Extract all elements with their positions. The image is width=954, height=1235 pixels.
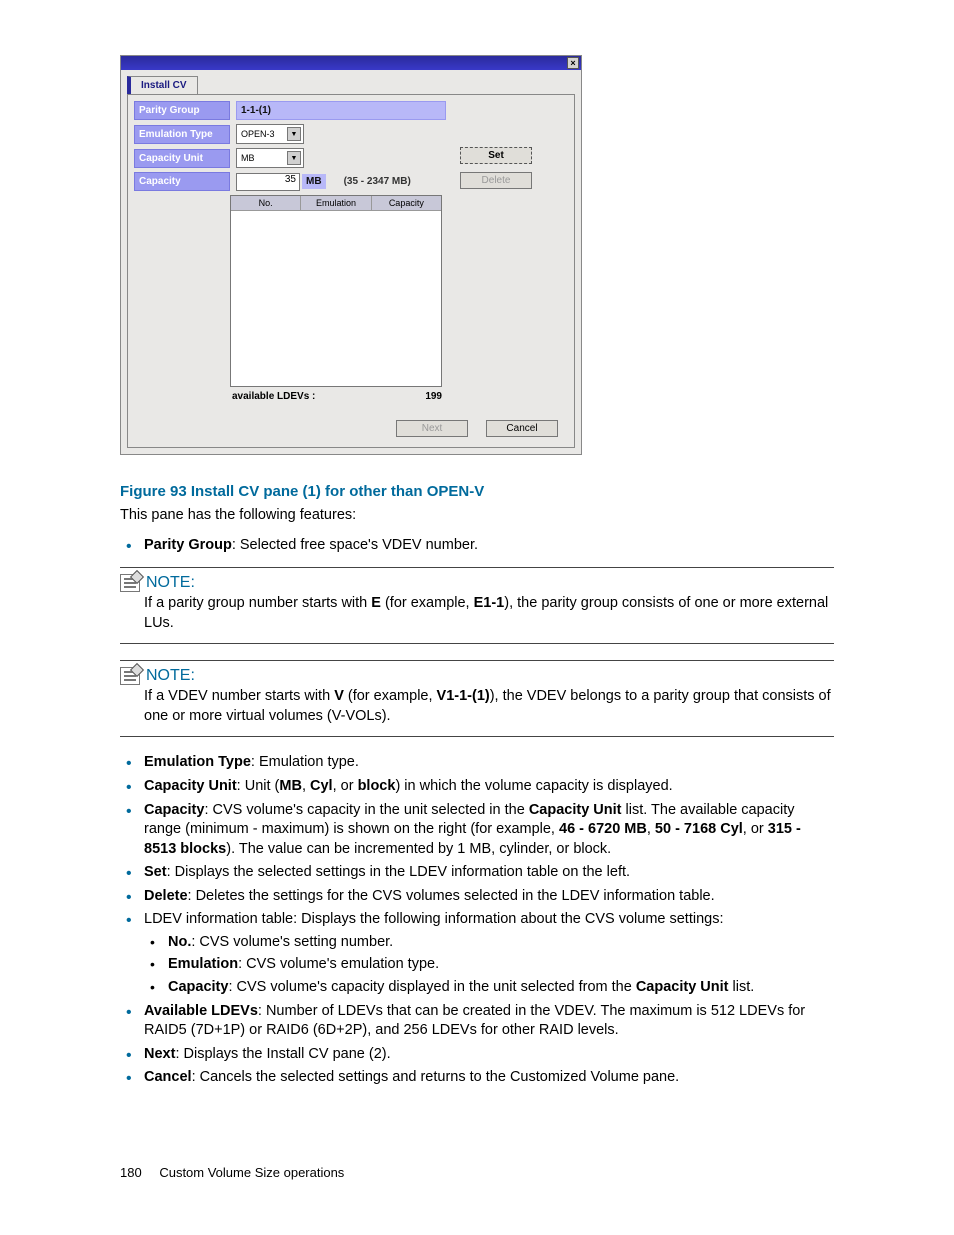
- available-ldevs-label: available LDEVs :: [232, 391, 315, 402]
- capacity-unit-badge: MB: [302, 174, 326, 189]
- install-cv-dialog: × Install CV Parity Group 1-1-(1) Emulat…: [120, 55, 582, 455]
- list-item: Next: Displays the Install CV pane (2).: [120, 1045, 834, 1065]
- select-capacity-unit-value: MB: [241, 153, 255, 163]
- list-item: Available LDEVs: Number of LDEVs that ca…: [120, 1002, 834, 1041]
- value-parity-group: 1-1-(1): [236, 101, 446, 120]
- capacity-range: (35 - 2347 MB): [344, 176, 411, 187]
- dialog-body: Parity Group 1-1-(1) Emulation Type OPEN…: [127, 94, 575, 448]
- tab-bar: Install CV: [121, 70, 581, 94]
- capacity-input[interactable]: 35: [236, 173, 300, 191]
- page-number: 180: [120, 1165, 142, 1180]
- col-no: No.: [231, 196, 301, 210]
- page: × Install CV Parity Group 1-1-(1) Emulat…: [0, 0, 954, 1235]
- label-capacity: Capacity: [134, 172, 230, 191]
- label-parity-group: Parity Group: [134, 101, 230, 120]
- delete-button[interactable]: Delete: [460, 172, 532, 189]
- desc: : Selected free space's VDEV number.: [232, 537, 478, 553]
- list-item: No.: CVS volume's setting number.: [144, 933, 834, 953]
- note-icon: [120, 667, 140, 685]
- select-capacity-unit[interactable]: MB ▼: [236, 148, 304, 168]
- figure-caption: Figure 93 Install CV pane (1) for other …: [120, 483, 834, 500]
- label-capacity-unit: Capacity Unit: [134, 149, 230, 168]
- dialog-titlebar: ×: [121, 56, 581, 70]
- list-item: Capacity: CVS volume's capacity displaye…: [144, 978, 834, 998]
- ldev-table-header: No. Emulation Capacity: [231, 196, 441, 211]
- note-title: NOTE:: [146, 574, 195, 592]
- list-item: Parity Group: Selected free space's VDEV…: [120, 536, 834, 556]
- section-title: Custom Volume Size operations: [159, 1165, 344, 1180]
- note-heading: NOTE:: [120, 667, 834, 685]
- col-emulation: Emulation: [301, 196, 371, 210]
- note-heading: NOTE:: [120, 574, 834, 592]
- ldev-table[interactable]: No. Emulation Capacity: [230, 195, 442, 387]
- page-footer: 180 Custom Volume Size operations: [120, 1165, 344, 1180]
- next-button[interactable]: Next: [396, 420, 468, 437]
- close-icon[interactable]: ×: [567, 57, 579, 69]
- available-ldevs-row: available LDEVs : 199: [230, 387, 462, 406]
- note-text: If a parity group number starts with E (…: [144, 594, 834, 633]
- list-item: Set: Displays the selected settings in t…: [120, 863, 834, 883]
- col-capacity: Capacity: [372, 196, 441, 210]
- term-parity-group: Parity Group: [144, 537, 232, 553]
- list-item: Cancel: Cancels the selected settings an…: [120, 1068, 834, 1088]
- available-ldevs-value: 199: [425, 391, 442, 402]
- list-item: Capacity Unit: Unit (MB, Cyl, or block) …: [120, 777, 834, 797]
- label-emulation-type: Emulation Type: [134, 125, 230, 144]
- note-title: NOTE:: [146, 667, 195, 685]
- select-emulation-value: OPEN-3: [241, 129, 275, 139]
- set-button[interactable]: Set: [460, 147, 532, 164]
- list-item: Emulation: CVS volume's emulation type.: [144, 955, 834, 975]
- cancel-button[interactable]: Cancel: [486, 420, 558, 437]
- note-icon: [120, 574, 140, 592]
- feature-list: Emulation Type: Emulation type. Capacity…: [120, 753, 834, 1087]
- chevron-down-icon: ▼: [287, 127, 301, 141]
- note-text: If a VDEV number starts with V (for exam…: [144, 687, 834, 726]
- select-emulation-type[interactable]: OPEN-3 ▼: [236, 124, 304, 144]
- chevron-down-icon: ▼: [287, 151, 301, 165]
- note-block-2: NOTE: If a VDEV number starts with V (fo…: [120, 660, 834, 737]
- tab-install-cv[interactable]: Install CV: [127, 76, 198, 94]
- ldev-sublist: No.: CVS volume's setting number. Emulat…: [144, 933, 834, 998]
- intro-text: This pane has the following features:: [120, 506, 834, 526]
- list-item: LDEV information table: Displays the fol…: [120, 910, 834, 997]
- list-item: Delete: Deletes the settings for the CVS…: [120, 887, 834, 907]
- list-item: Capacity: CVS volume's capacity in the u…: [120, 801, 834, 860]
- feature-list-top: Parity Group: Selected free space's VDEV…: [120, 536, 834, 556]
- note-block-1: NOTE: If a parity group number starts wi…: [120, 567, 834, 644]
- list-item: Emulation Type: Emulation type.: [120, 753, 834, 773]
